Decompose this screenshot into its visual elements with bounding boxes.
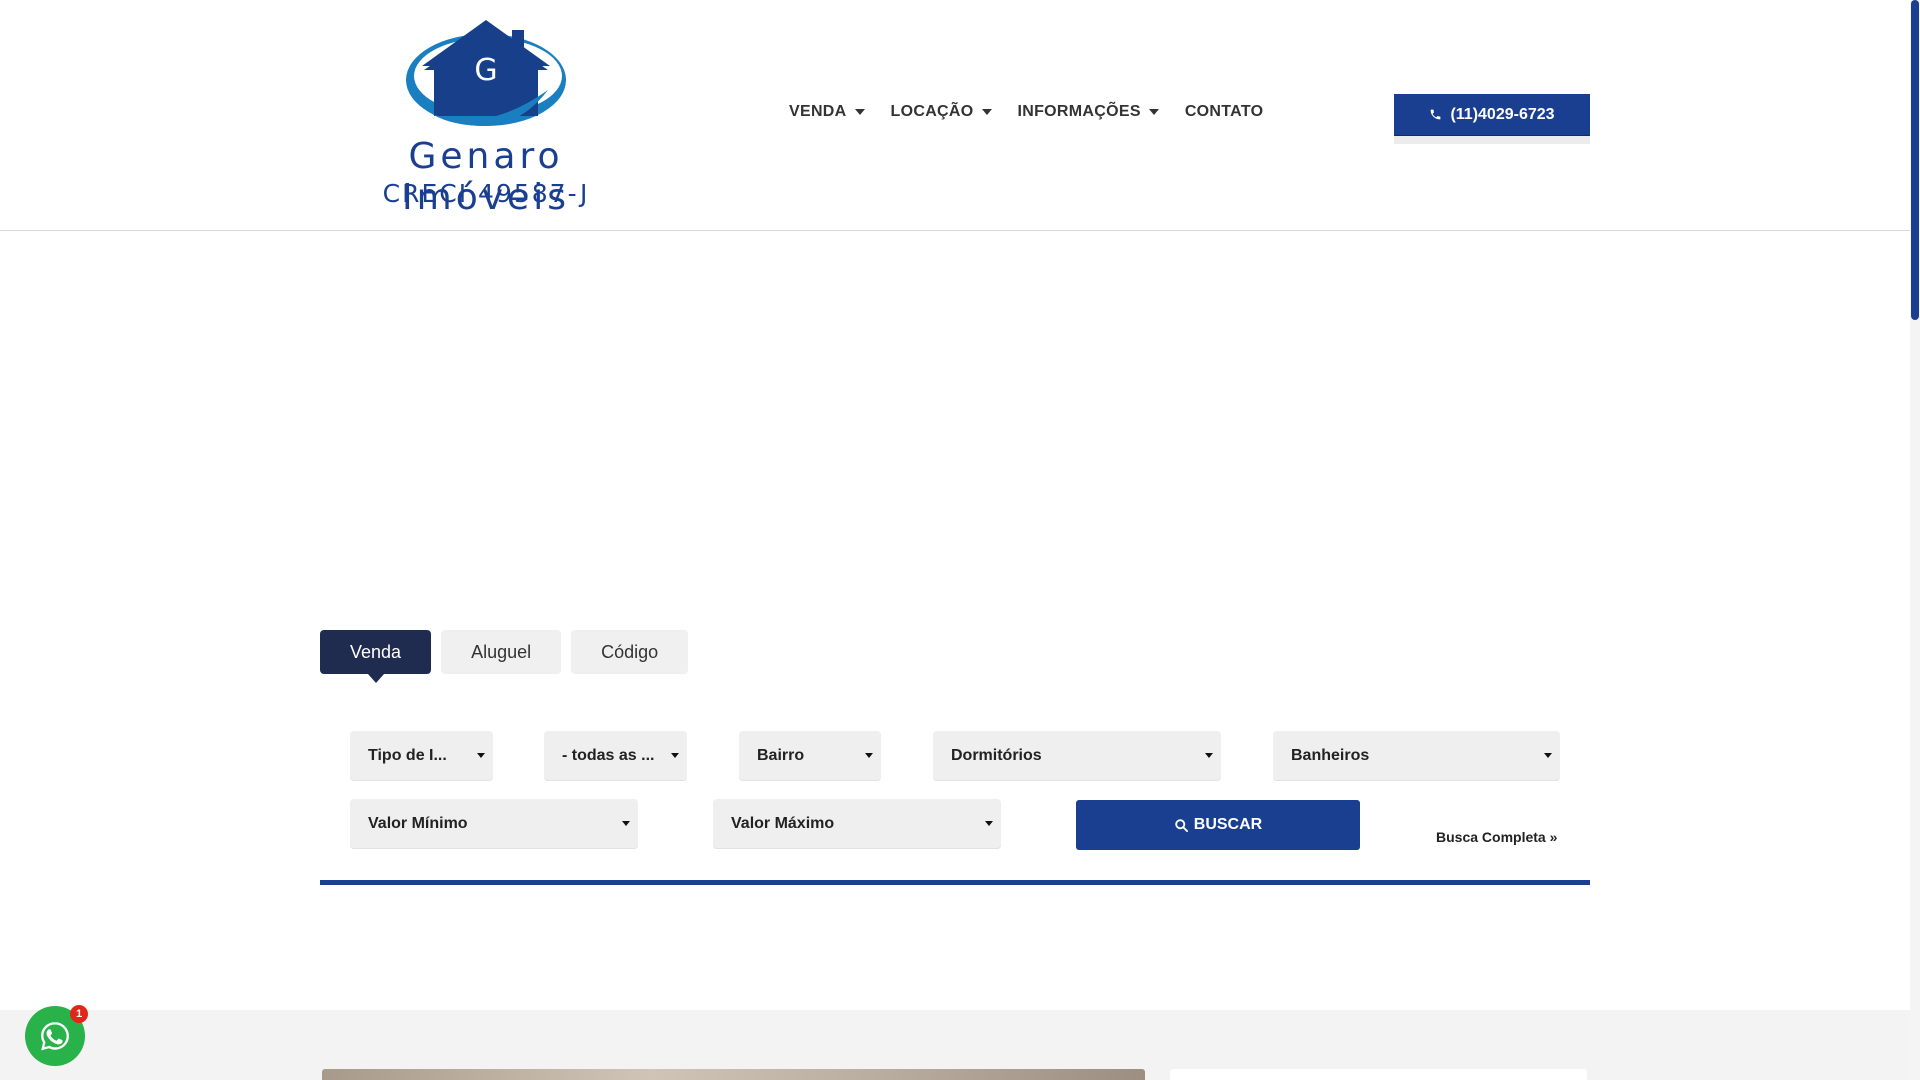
phone-icon: [1431, 109, 1441, 120]
phone-button[interactable]: (11)4029-6723: [1394, 94, 1590, 136]
tab-codigo[interactable]: Código: [571, 630, 689, 674]
page-scrollbar[interactable]: [1910, 0, 1920, 1080]
caret-down-icon: [981, 109, 992, 115]
nav-item-label: LOCAÇÃO: [890, 103, 974, 120]
dropdown-arrow-icon: [1544, 753, 1552, 758]
dropdown-arrow-icon: [622, 821, 630, 826]
banheiros-select[interactable]: Banheiros: [1273, 731, 1560, 781]
phone-button-shadow: [1394, 136, 1590, 144]
nav-item-locacao[interactable]: LOCAÇÃO: [891, 103, 992, 121]
select-value: Banheiros: [1291, 747, 1370, 764]
main-nav: VENDA LOCAÇÃO INFORMAÇÕES CONTATO: [789, 103, 1289, 121]
valor-maximo-select[interactable]: Valor Máximo: [713, 799, 1001, 849]
logo-initial: G: [474, 53, 497, 88]
select-value: Valor Mínimo: [368, 815, 468, 832]
featured-side-card: [1170, 1069, 1587, 1080]
bairro-select[interactable]: Bairro: [739, 731, 881, 781]
nav-item-label: VENDA: [789, 103, 847, 120]
nav-item-informacoes[interactable]: INFORMAÇÕES: [1018, 103, 1159, 121]
dropdown-arrow-icon: [1205, 753, 1213, 758]
site-logo[interactable]: G Genaro Imóveis CRECI 49587-J: [326, 16, 646, 218]
scrollbar-thumb[interactable]: [1911, 0, 1919, 320]
nav-item-contato[interactable]: CONTATO: [1185, 103, 1264, 121]
whatsapp-icon: [41, 1022, 69, 1051]
nav-item-label: INFORMAÇÕES: [1017, 103, 1141, 120]
select-value: Tipo de I...: [368, 747, 447, 764]
tab-aluguel[interactable]: Aluguel: [441, 630, 562, 674]
dropdown-arrow-icon: [985, 821, 993, 826]
buscar-button[interactable]: BUSCAR: [1076, 800, 1360, 850]
busca-completa-link[interactable]: Busca Completa »: [1436, 829, 1557, 845]
featured-property-image[interactable]: [322, 1069, 1145, 1080]
search-icon: [1175, 818, 1188, 832]
nav-item-label: CONTATO: [1184, 103, 1264, 120]
search-divider: [320, 880, 1590, 885]
creci-number: CRECI 49587-J: [382, 179, 590, 208]
tipo-imovel-select[interactable]: Tipo de I...: [350, 731, 493, 781]
site-header: G Genaro Imóveis CRECI 49587-J VENDA LOC…: [0, 0, 1910, 231]
dropdown-arrow-icon: [671, 753, 679, 758]
nav-item-venda[interactable]: VENDA: [789, 103, 865, 121]
dropdown-arrow-icon: [477, 753, 485, 758]
tab-venda[interactable]: Venda: [320, 630, 432, 683]
select-value: Valor Máximo: [731, 815, 835, 832]
house-logo-icon: G: [406, 20, 566, 126]
dormitorios-select[interactable]: Dormitórios: [933, 731, 1221, 781]
caret-down-icon: [1148, 109, 1159, 115]
select-value: Dormitórios: [951, 747, 1042, 764]
search-tabs: Venda Aluguel Código: [320, 630, 698, 683]
cidade-select[interactable]: - todas as ...: [544, 731, 687, 781]
phone-number: (11)4029-6723: [1450, 105, 1555, 123]
whatsapp-notification-badge: 1: [70, 1005, 88, 1023]
caret-down-icon: [854, 109, 865, 115]
dropdown-arrow-icon: [865, 753, 873, 758]
select-value: - todas as ...: [562, 747, 655, 764]
select-value: Bairro: [757, 747, 805, 764]
buscar-label: BUSCAR: [1193, 816, 1263, 833]
valor-minimo-select[interactable]: Valor Mínimo: [350, 799, 638, 849]
